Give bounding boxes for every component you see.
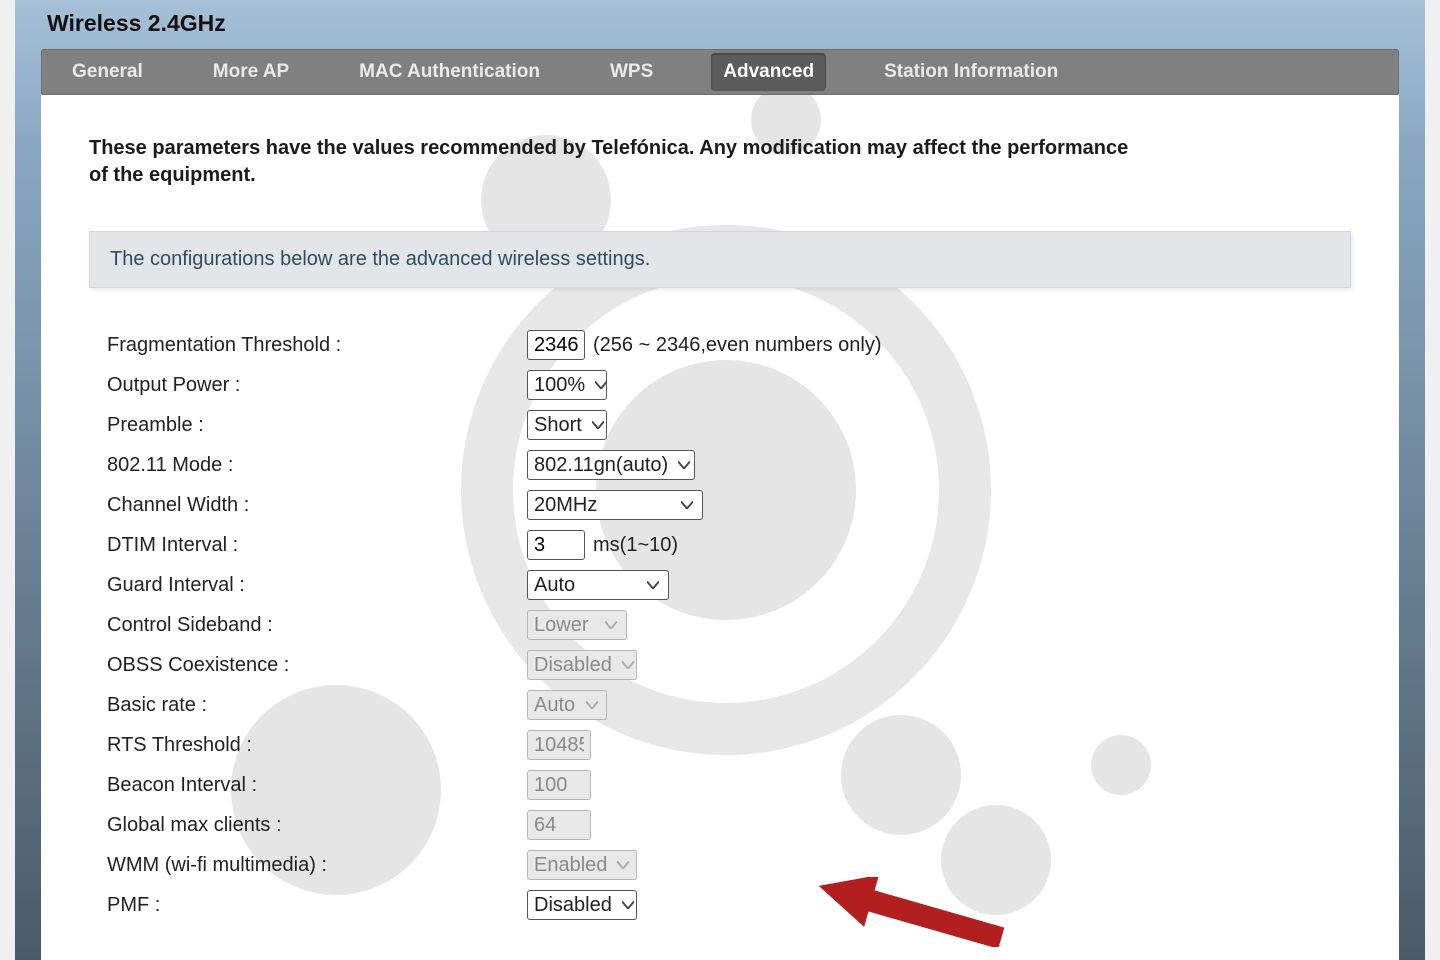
- wmm-select: Enabled: [527, 850, 637, 880]
- rts-threshold-input: [527, 730, 591, 760]
- tab-general[interactable]: General: [60, 53, 155, 91]
- guard-interval-select[interactable]: Auto: [527, 570, 669, 600]
- info-bar: The configurations below are the advance…: [89, 231, 1351, 288]
- chevron-down-icon: [592, 418, 604, 432]
- window-frame: Wireless 2.4GHz General More AP MAC Auth…: [15, 0, 1425, 960]
- row-wmm: WMM (wi-fi multimedia) : Enabled: [89, 850, 1351, 880]
- fragmentation-threshold-input[interactable]: [527, 330, 585, 360]
- label-basic-rate: Basic rate :: [107, 694, 527, 717]
- row-basic-rate: Basic rate : Auto: [89, 690, 1351, 720]
- row-rts-threshold: RTS Threshold :: [89, 730, 1351, 760]
- tab-bar: General More AP MAC Authentication WPS A…: [41, 49, 1399, 95]
- mode-80211-select[interactable]: 802.11gn(auto): [527, 450, 695, 480]
- channel-width-select[interactable]: 20MHz: [527, 490, 703, 520]
- chevron-down-icon: [617, 858, 629, 872]
- tab-wps[interactable]: WPS: [598, 53, 665, 91]
- output-power-select[interactable]: 100%: [527, 370, 607, 400]
- obss-coexistence-select: Disabled: [527, 650, 637, 680]
- dtim-interval-hint: ms(1~10): [593, 534, 678, 557]
- label-rts-threshold: RTS Threshold :: [107, 734, 527, 757]
- row-pmf: PMF : Disabled: [89, 890, 1351, 920]
- row-dtim-interval: DTIM Interval : ms(1~10): [89, 530, 1351, 560]
- row-output-power: Output Power : 100%: [89, 370, 1351, 400]
- preamble-select[interactable]: Short: [527, 410, 607, 440]
- label-80211-mode: 802.11 Mode :: [107, 454, 527, 477]
- row-beacon-interval: Beacon Interval :: [89, 770, 1351, 800]
- label-guard-interval: Guard Interval :: [107, 574, 527, 597]
- row-global-max-clients: Global max clients :: [89, 810, 1351, 840]
- label-dtim-interval: DTIM Interval :: [107, 534, 527, 557]
- dtim-interval-input[interactable]: [527, 530, 585, 560]
- row-preamble: Preamble : Short: [89, 410, 1351, 440]
- label-preamble: Preamble :: [107, 414, 527, 437]
- beacon-interval-input: [527, 770, 591, 800]
- tab-mac-authentication[interactable]: MAC Authentication: [347, 53, 552, 91]
- row-80211-mode: 802.11 Mode : 802.11gn(auto): [89, 450, 1351, 480]
- global-max-clients-input: [527, 810, 591, 840]
- content-panel: General More AP MAC Authentication WPS A…: [41, 49, 1399, 960]
- row-control-sideband: Control Sideband : Lower: [89, 610, 1351, 640]
- chevron-down-icon: [622, 898, 634, 912]
- label-wmm: WMM (wi-fi multimedia) :: [107, 854, 527, 877]
- chevron-down-icon: [680, 498, 694, 512]
- label-beacon-interval: Beacon Interval :: [107, 774, 527, 797]
- label-obss-coexistence: OBSS Coexistence :: [107, 654, 527, 677]
- label-channel-width: Channel Width :: [107, 494, 527, 517]
- label-output-power: Output Power :: [107, 374, 527, 397]
- advanced-settings-form: Fragmentation Threshold : (256 ~ 2346,ev…: [89, 330, 1351, 920]
- row-guard-interval: Guard Interval : Auto: [89, 570, 1351, 600]
- chevron-down-icon: [585, 698, 598, 712]
- tab-more-ap[interactable]: More AP: [201, 53, 301, 91]
- label-fragmentation-threshold: Fragmentation Threshold :: [107, 334, 527, 357]
- pmf-select[interactable]: Disabled: [527, 890, 637, 920]
- row-obss-coexistence: OBSS Coexistence : Disabled: [89, 650, 1351, 680]
- row-fragmentation-threshold: Fragmentation Threshold : (256 ~ 2346,ev…: [89, 330, 1351, 360]
- label-pmf: PMF :: [107, 894, 527, 917]
- page-title: Wireless 2.4GHz: [41, 0, 1399, 45]
- control-sideband-select: Lower: [527, 610, 627, 640]
- chevron-down-icon: [678, 458, 690, 472]
- chevron-down-icon: [595, 378, 607, 392]
- chevron-down-icon: [646, 578, 660, 592]
- label-global-max-clients: Global max clients :: [107, 814, 527, 837]
- chevron-down-icon: [604, 618, 618, 632]
- tab-station-information[interactable]: Station Information: [872, 53, 1070, 91]
- warning-text: These parameters have the values recomme…: [89, 135, 1149, 189]
- fragmentation-threshold-hint: (256 ~ 2346,even numbers only): [593, 334, 882, 357]
- row-channel-width: Channel Width : 20MHz: [89, 490, 1351, 520]
- basic-rate-select: Auto: [527, 690, 607, 720]
- tab-advanced[interactable]: Advanced: [711, 53, 826, 91]
- label-control-sideband: Control Sideband :: [107, 614, 527, 637]
- chevron-down-icon: [622, 658, 634, 672]
